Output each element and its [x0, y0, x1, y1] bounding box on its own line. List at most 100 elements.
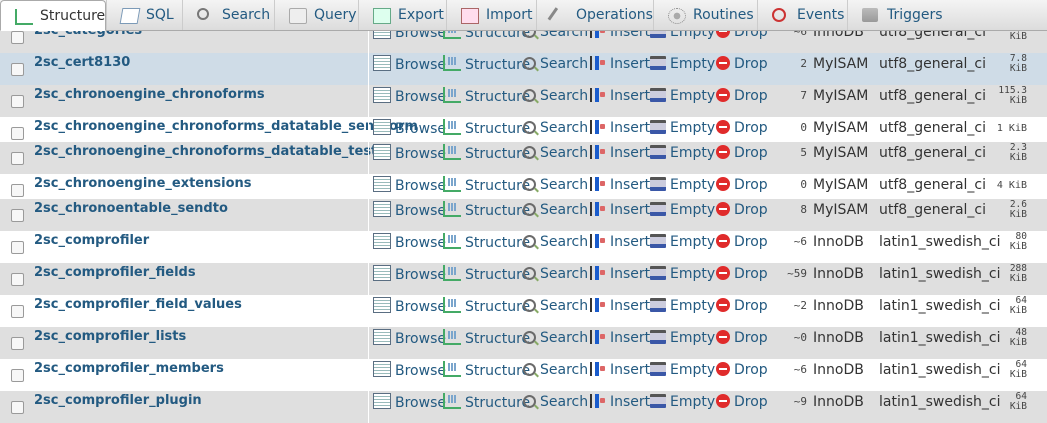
- search-action[interactable]: Search: [523, 297, 588, 315]
- table-name-link[interactable]: 2sc_comprofiler: [34, 233, 149, 248]
- search-action[interactable]: Search: [523, 265, 588, 283]
- structure-action[interactable]: Structure: [443, 393, 530, 411]
- row-checkbox[interactable]: [11, 273, 24, 286]
- browse-action[interactable]: Browse: [373, 297, 446, 315]
- browse-action[interactable]: Browse: [373, 393, 446, 411]
- insert-action[interactable]: Insert: [590, 201, 650, 219]
- table-name-link[interactable]: 2sc_comprofiler_fields: [34, 265, 196, 280]
- empty-action[interactable]: Empty: [650, 329, 715, 347]
- insert-action[interactable]: Insert: [590, 393, 650, 411]
- tab-triggers[interactable]: Triggers: [847, 0, 953, 30]
- row-checkbox[interactable]: [11, 241, 24, 254]
- browse-action[interactable]: Browse: [373, 119, 446, 137]
- browse-action[interactable]: Browse: [373, 361, 446, 379]
- structure-action[interactable]: Structure: [443, 144, 530, 162]
- table-name-link[interactable]: 2sc_cert8130: [34, 55, 130, 70]
- browse-action[interactable]: Browse: [373, 201, 446, 219]
- empty-action[interactable]: Empty: [650, 233, 715, 251]
- search-action[interactable]: Search: [523, 201, 588, 219]
- search-action[interactable]: Search: [523, 119, 588, 137]
- tab-operations[interactable]: Operations: [536, 0, 653, 30]
- row-checkbox[interactable]: [11, 337, 24, 350]
- table-name-link[interactable]: 2sc_chronoentable_sendto: [34, 201, 228, 216]
- search-action[interactable]: Search: [523, 144, 588, 162]
- insert-action[interactable]: Insert: [590, 176, 650, 194]
- insert-action[interactable]: Insert: [590, 233, 650, 251]
- structure-action[interactable]: Structure: [443, 119, 530, 137]
- structure-action[interactable]: Structure: [443, 361, 530, 379]
- search-action[interactable]: Search: [523, 55, 588, 73]
- empty-action[interactable]: Empty: [650, 55, 715, 73]
- empty-action[interactable]: Empty: [650, 87, 715, 105]
- table-name-link[interactable]: 2sc_chronoengine_chronoforms_datatable_s…: [34, 119, 418, 134]
- tab-import[interactable]: Import: [446, 0, 536, 30]
- structure-action[interactable]: Structure: [443, 297, 530, 315]
- structure-action[interactable]: Structure: [443, 265, 530, 283]
- insert-action[interactable]: Insert: [590, 265, 650, 283]
- table-name-link[interactable]: 2sc_comprofiler_field_values: [34, 297, 242, 312]
- row-checkbox[interactable]: [11, 95, 24, 108]
- browse-action[interactable]: Browse: [373, 233, 446, 251]
- row-checkbox[interactable]: [11, 31, 24, 44]
- browse-action[interactable]: Browse: [373, 87, 446, 105]
- search-action[interactable]: Search: [523, 329, 588, 347]
- row-checkbox[interactable]: [11, 305, 24, 318]
- tab-routines[interactable]: Routines: [653, 0, 757, 30]
- insert-action[interactable]: Insert: [590, 329, 650, 347]
- insert-action[interactable]: Insert: [590, 144, 650, 162]
- browse-action[interactable]: Browse: [373, 176, 446, 194]
- browse-action[interactable]: Browse: [373, 55, 446, 73]
- browse-action[interactable]: Browse: [373, 265, 446, 283]
- structure-action[interactable]: Structure: [443, 233, 530, 251]
- empty-action[interactable]: Empty: [650, 297, 715, 315]
- row-checkbox[interactable]: [11, 184, 24, 197]
- insert-action[interactable]: Insert: [590, 55, 650, 73]
- tab-search[interactable]: Search: [182, 0, 274, 30]
- row-checkbox[interactable]: [11, 209, 24, 222]
- table-size: 2.6 KiB: [977, 200, 1027, 220]
- empty-action[interactable]: Empty: [650, 361, 715, 379]
- search-action[interactable]: Search: [523, 361, 588, 379]
- table-name-link[interactable]: 2sc_chronoengine_chronoforms_datatable_t…: [34, 144, 377, 159]
- browse-action[interactable]: Browse: [373, 329, 446, 347]
- browse-action[interactable]: Browse: [373, 144, 446, 162]
- table-name-link[interactable]: 2sc_comprofiler_lists: [34, 329, 186, 344]
- action-label: Empty: [670, 362, 716, 378]
- row-count: ~6: [793, 363, 807, 376]
- table-name-link[interactable]: 2sc_comprofiler_members: [34, 361, 224, 376]
- structure-action[interactable]: Structure: [443, 201, 530, 219]
- insert-action[interactable]: Insert: [590, 361, 650, 379]
- tab-structure[interactable]: Structure: [0, 0, 106, 31]
- empty-action[interactable]: Empty: [650, 201, 715, 219]
- action-label: Search: [540, 266, 589, 282]
- empty-action[interactable]: Empty: [650, 144, 715, 162]
- row-checkbox[interactable]: [11, 63, 24, 76]
- structure-action[interactable]: Structure: [443, 329, 530, 347]
- row-checkbox[interactable]: [11, 152, 24, 165]
- search-action[interactable]: Search: [523, 87, 588, 105]
- tab-query[interactable]: Query: [274, 0, 358, 30]
- empty-action[interactable]: Empty: [650, 265, 715, 283]
- row-checkbox[interactable]: [11, 127, 24, 140]
- insert-action[interactable]: Insert: [590, 297, 650, 315]
- search-action[interactable]: Search: [523, 233, 588, 251]
- insert-action[interactable]: Insert: [590, 87, 650, 105]
- engine: InnoDB: [813, 234, 864, 250]
- table-name-link[interactable]: 2sc_chronoengine_chronoforms: [34, 87, 265, 102]
- search-action[interactable]: Search: [523, 393, 588, 411]
- insert-action[interactable]: Insert: [590, 119, 650, 137]
- tab-events[interactable]: Events: [757, 0, 847, 30]
- table-name-link[interactable]: 2sc_chronoengine_extensions: [34, 176, 252, 191]
- table-name-link[interactable]: 2sc_comprofiler_plugin: [34, 393, 202, 408]
- row-checkbox[interactable]: [11, 401, 24, 414]
- structure-action[interactable]: Structure: [443, 87, 530, 105]
- structure-action[interactable]: Structure: [443, 55, 530, 73]
- tab-sql[interactable]: SQL: [106, 0, 182, 30]
- structure-action[interactable]: Structure: [443, 176, 530, 194]
- tab-export[interactable]: Export: [358, 0, 446, 30]
- row-checkbox[interactable]: [11, 369, 24, 382]
- empty-action[interactable]: Empty: [650, 176, 715, 194]
- search-action[interactable]: Search: [523, 176, 588, 194]
- empty-action[interactable]: Empty: [650, 119, 715, 137]
- empty-action[interactable]: Empty: [650, 393, 715, 411]
